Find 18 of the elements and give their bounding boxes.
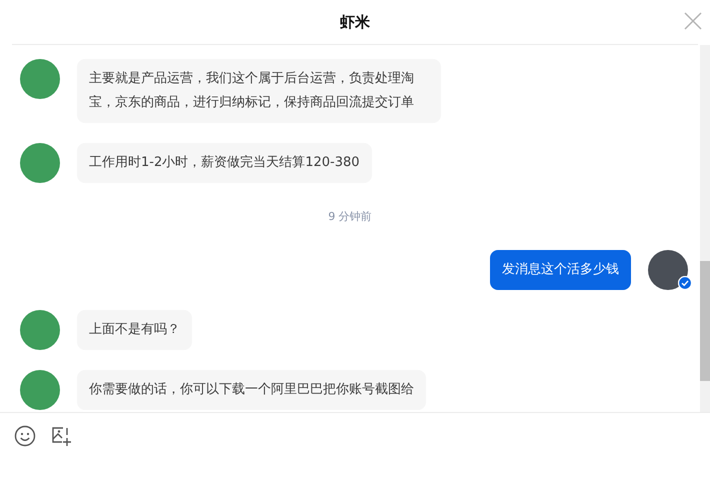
verified-badge-icon [678,276,692,290]
received-message-bubble: 工作用时1-2小时，薪资做完当天结算120-380 [77,143,372,183]
contact-avatar [20,143,60,183]
window-title: 虾米 [340,12,370,32]
smiley-icon [14,425,36,447]
received-message-bubble: 你需要做的话，你可以下载一个阿里巴巴把你账号截图给 [77,370,426,410]
sent-message-bubble: 发消息这个活多少钱 [490,250,631,290]
timestamp: 9 分钟前 [328,209,372,225]
received-message-bubble: 上面不是有吗？ [77,310,192,350]
add-image-icon [50,425,72,447]
contact-avatar [20,59,60,99]
image-button[interactable] [50,425,72,447]
contact-avatar [20,310,60,350]
scrollbar[interactable] [700,45,710,412]
received-message-bubble: 主要就是产品运营，我们这个属于后台运营，负责处理淘宝，京东的商品，进行归纳标记，保持商品回流提交订单 [77,59,441,123]
contact-avatar [20,370,60,410]
close-icon [682,10,704,32]
emoji-button[interactable] [14,425,36,447]
